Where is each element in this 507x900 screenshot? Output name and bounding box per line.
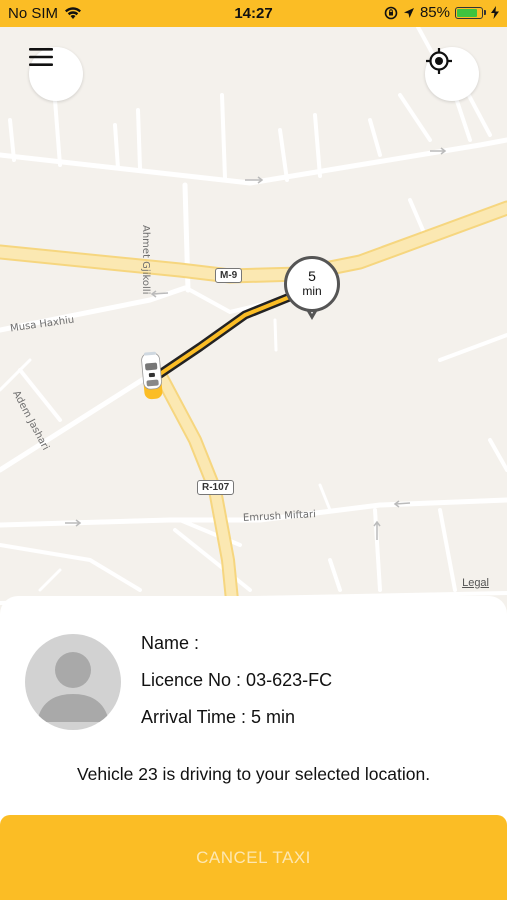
status-right: 85% [384,4,499,21]
battery-percent: 85% [419,4,450,21]
hamburger-icon [29,48,53,66]
status-message: Vehicle 23 is driving to your selected l… [76,764,431,784]
battery-tip [484,10,486,15]
road-label-ahmet: Ahmet Gjikolli [140,225,151,295]
driver-info: Name : Licence No : 03-623-FC Arrival Ti… [141,631,332,742]
eta-unit: min [302,284,322,298]
rotation-lock-icon [384,6,398,19]
charging-bolt-icon [491,6,499,19]
carrier-label: No SIM [8,5,59,22]
location-arrow-icon [403,7,414,18]
status-bar: No SIM 14:27 85% [0,0,507,27]
map-roads [0,27,507,607]
battery-icon [455,6,483,19]
status-left: No SIM [8,5,82,22]
battery-fill [457,8,478,17]
wifi-icon [65,7,82,19]
road-shield-m9: M-9 [215,268,243,283]
driver-avatar [25,634,121,730]
driver-licence: Licence No : 03-623-FC [141,670,333,690]
map-legal-link[interactable]: Legal [462,577,489,589]
driver-sheet: Name : Licence No : 03-623-FC Arrival Ti… [0,596,507,900]
eta-value: 5 [308,268,316,284]
driver-arrival-time: Arrival Time : 5 min [141,707,296,727]
cancel-taxi-button[interactable]: CANCEL TAXI [0,815,507,900]
road-shield-r107: R-107 [197,480,235,495]
eta-bubble: 5 min [284,256,340,312]
taxi-marker [141,351,163,400]
map-view[interactable]: Ahmet Gjikolli Musa Haxhiu Adem Jashari … [0,27,507,617]
location-target-icon [426,48,452,74]
person-placeholder-icon [37,652,109,722]
driver-name: Name : [141,633,200,653]
menu-button[interactable] [29,47,83,101]
locate-button[interactable] [425,47,479,101]
